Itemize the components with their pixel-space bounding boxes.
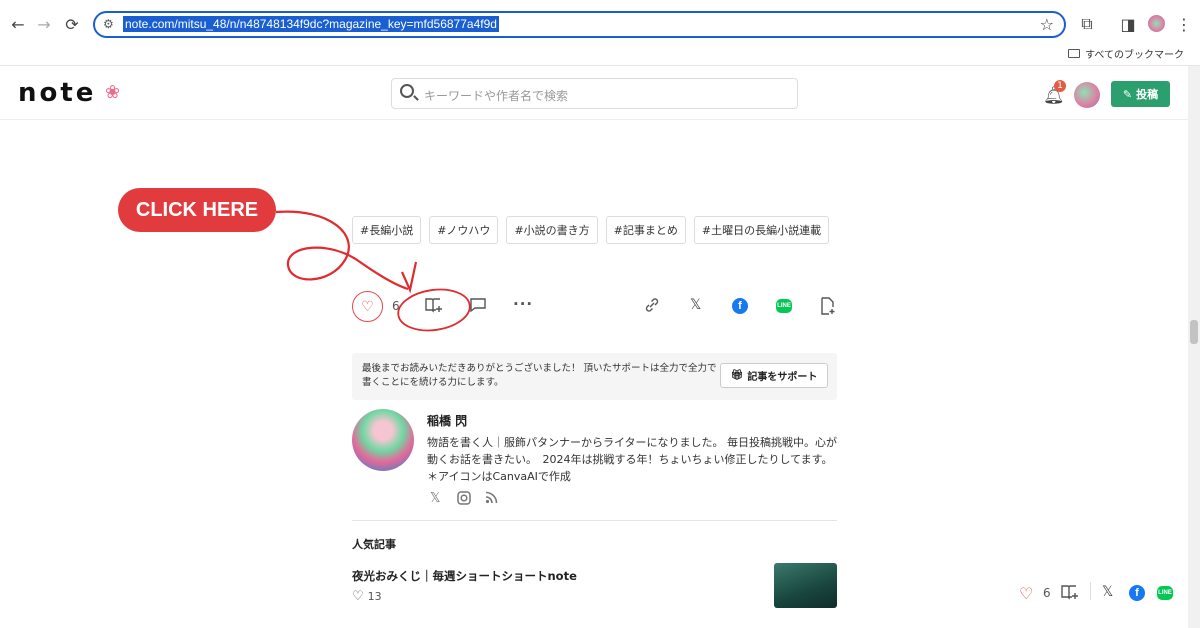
all-bookmarks[interactable]: すべてのブックマーク <box>1068 46 1184 61</box>
section-divider <box>352 520 837 521</box>
more-icon[interactable]: ··· <box>513 295 533 313</box>
floating-line-icon[interactable]: LINE <box>1157 586 1173 600</box>
add-to-magazine-icon[interactable] <box>425 297 443 317</box>
popular-item-title[interactable]: 夜光おみくじ｜毎週ショートショートnote <box>352 568 577 584</box>
popular-heading: 人気記事 <box>352 538 396 551</box>
side-panel-icon[interactable]: ◨ <box>1116 12 1140 36</box>
note-logo[interactable]: note <box>18 78 96 108</box>
folder-icon <box>1068 49 1081 58</box>
address-bar[interactable]: ⚙ note.com/mitsu_48/n/n48748134f9dc?maga… <box>93 11 1066 38</box>
flower-icon: ❀ <box>105 82 121 103</box>
popular-item-likes: ♡ 13 <box>352 589 382 604</box>
author-bio: 物語を書く人｜服飾パタンナーからライターになりました。 毎日投稿挑戦中。心が動く… <box>427 436 838 483</box>
pencil-icon: ✎ <box>1122 87 1133 101</box>
extensions-icon[interactable]: ⧉ <box>1075 12 1099 36</box>
popular-like-count: 13 <box>367 590 382 603</box>
post-button-label: 投稿 <box>1136 88 1159 101</box>
facebook-share-icon[interactable]: f <box>732 298 748 314</box>
search-icon <box>400 84 414 98</box>
back-arrow-icon[interactable]: ← <box>6 12 30 36</box>
author-avatar[interactable] <box>352 409 414 471</box>
notification-badge: 1 <box>1054 80 1066 92</box>
author-name[interactable]: 稲橋 閃 <box>427 412 467 429</box>
rss-icon[interactable] <box>485 491 498 508</box>
popular-item-thumbnail[interactable] <box>774 563 837 608</box>
tag-list: #長編小説 #ノウハウ #小説の書き方 #記事まとめ #土曜日の長編小説連載 <box>352 216 830 244</box>
like-count: 6 <box>392 299 400 313</box>
heart-icon: ♡ <box>361 298 374 315</box>
browser-toolbar: ← → ⟳ ⚙ note.com/mitsu_48/n/n48748134f9d… <box>0 0 1200 66</box>
support-box: 最後までお読みいただきありがとうございました！ 頂いたサポートは全力で全力で書く… <box>352 353 837 400</box>
instagram-icon[interactable] <box>457 491 471 509</box>
search-input[interactable]: キーワードや作者名で検索 <box>424 87 568 104</box>
comment-icon[interactable] <box>469 297 487 317</box>
profile-avatar[interactable] <box>1148 15 1165 32</box>
x-share-icon[interactable]: 𝕏 <box>690 297 701 313</box>
support-button[interactable]: 🎁︎ 記事をサポート <box>720 363 828 388</box>
gift-icon: 🎁︎ <box>730 370 744 381</box>
post-button[interactable]: ✎ 投稿 <box>1111 81 1170 107</box>
forward-arrow-icon[interactable]: → <box>32 12 56 36</box>
page-scrollbar[interactable] <box>1188 66 1200 628</box>
tag-item[interactable]: #土曜日の長編小説連載 <box>693 216 830 244</box>
bookmark-star-icon[interactable]: ☆ <box>1040 15 1054 34</box>
url-text[interactable]: note.com/mitsu_48/n/n48748134f9dc?magazi… <box>123 16 499 32</box>
x-profile-icon[interactable]: 𝕏 <box>430 491 440 506</box>
user-avatar[interactable] <box>1074 82 1100 108</box>
search-box[interactable]: キーワードや作者名で検索 <box>391 78 798 109</box>
site-header: note ❀ キーワードや作者名で検索 🔔︎ 1 ✎ 投稿 <box>0 66 1188 120</box>
tag-item[interactable]: #小説の書き方 <box>506 216 598 244</box>
floating-magazine-icon[interactable] <box>1061 584 1079 604</box>
floating-x-icon[interactable]: 𝕏 <box>1102 584 1113 600</box>
line-share-icon[interactable]: LINE <box>776 299 792 313</box>
site-info-icon[interactable]: ⚙ <box>103 17 114 31</box>
scrollbar-thumb[interactable] <box>1190 320 1198 344</box>
tag-item[interactable]: #長編小説 <box>352 216 422 244</box>
floating-facebook-icon[interactable]: f <box>1129 585 1145 601</box>
like-button[interactable]: ♡ <box>352 291 383 322</box>
heart-icon: ♡ <box>352 589 364 604</box>
bookmarks-label: すべてのブックマーク <box>1085 50 1184 61</box>
floating-bar-divider <box>1090 582 1091 600</box>
menu-kebab-icon[interactable]: ⋮ <box>1172 12 1196 36</box>
floating-like-icon[interactable]: ♡ <box>1019 584 1033 603</box>
embed-icon[interactable] <box>820 297 836 319</box>
support-message: 最後までお読みいただきありがとうございました！ 頂いたサポートは全力で全力で書く… <box>362 363 717 388</box>
support-button-label: 記事をサポート <box>747 372 818 383</box>
reload-icon[interactable]: ⟳ <box>60 12 84 36</box>
floating-like-count: 6 <box>1043 586 1051 600</box>
tag-item[interactable]: #ノウハウ <box>429 216 499 244</box>
copy-link-icon[interactable] <box>644 297 660 317</box>
click-here-callout: CLICK HERE <box>118 188 276 232</box>
tag-item[interactable]: #記事まとめ <box>605 216 686 244</box>
